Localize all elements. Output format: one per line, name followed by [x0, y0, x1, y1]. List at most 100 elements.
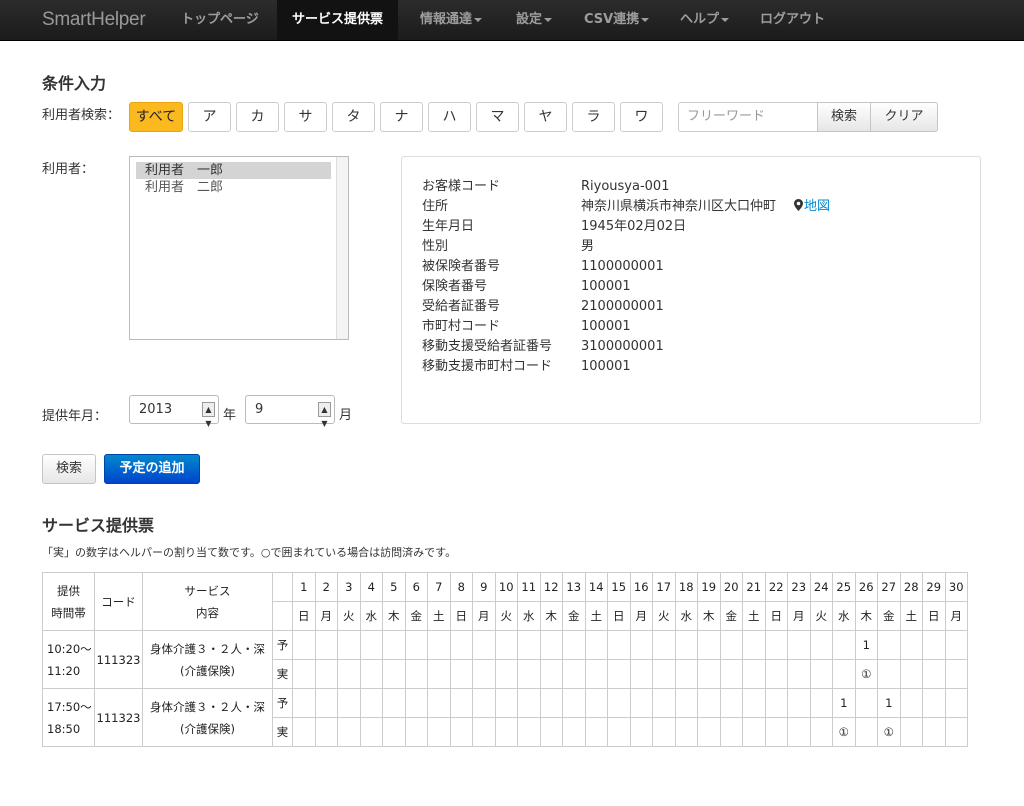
schedule-cell[interactable]: [899, 717, 923, 747]
schedule-cell[interactable]: [382, 659, 406, 689]
schedule-cell[interactable]: [629, 630, 653, 660]
schedule-cell[interactable]: [854, 717, 878, 747]
kana-filter-button[interactable]: ワ: [620, 102, 663, 132]
schedule-cell[interactable]: [449, 688, 473, 718]
map-link[interactable]: 地図: [794, 199, 830, 214]
schedule-cell[interactable]: [697, 659, 721, 689]
add-schedule-button[interactable]: 予定の追加: [104, 454, 200, 484]
schedule-cell[interactable]: [719, 688, 743, 718]
schedule-cell[interactable]: [359, 630, 383, 660]
schedule-cell[interactable]: [742, 659, 766, 689]
schedule-cell[interactable]: [607, 659, 631, 689]
kana-filter-button[interactable]: マ: [476, 102, 519, 132]
schedule-cell[interactable]: [764, 659, 788, 689]
nav-logout[interactable]: ログアウト: [745, 0, 840, 40]
schedule-cell[interactable]: [584, 688, 608, 718]
schedule-cell[interactable]: [427, 659, 451, 689]
nav-csv[interactable]: CSV連携: [569, 0, 664, 40]
nav-help[interactable]: ヘルプ: [665, 0, 744, 40]
kana-filter-button[interactable]: ラ: [572, 102, 615, 132]
nav-top-page[interactable]: トップページ: [166, 0, 274, 40]
schedule-cell[interactable]: [314, 688, 338, 718]
schedule-cell[interactable]: [539, 717, 563, 747]
brand-logo[interactable]: SmartHelper: [42, 9, 146, 31]
schedule-cell[interactable]: [472, 717, 496, 747]
schedule-cell[interactable]: [382, 688, 406, 718]
schedule-cell[interactable]: [562, 630, 586, 660]
schedule-cell[interactable]: [629, 717, 653, 747]
kana-filter-button[interactable]: サ: [284, 102, 327, 132]
user-option[interactable]: 利用者 二郎: [136, 179, 331, 196]
search-button[interactable]: 検索: [817, 102, 871, 132]
kana-filter-button[interactable]: カ: [236, 102, 279, 132]
search-submit-button[interactable]: 検索: [42, 454, 96, 484]
schedule-cell[interactable]: [922, 717, 946, 747]
schedule-cell[interactable]: [877, 659, 901, 689]
schedule-cell[interactable]: [472, 659, 496, 689]
schedule-cell[interactable]: [404, 688, 428, 718]
month-select[interactable]: 9 ▲ ▼: [245, 395, 335, 428]
schedule-cell[interactable]: [314, 659, 338, 689]
kana-filter-button[interactable]: ナ: [380, 102, 423, 132]
schedule-cell[interactable]: ①: [832, 717, 856, 747]
kana-filter-button[interactable]: ヤ: [524, 102, 567, 132]
schedule-cell[interactable]: [314, 717, 338, 747]
schedule-cell[interactable]: [359, 688, 383, 718]
schedule-cell[interactable]: [742, 717, 766, 747]
schedule-cell[interactable]: [449, 630, 473, 660]
schedule-cell[interactable]: [764, 717, 788, 747]
nav-service-sheet[interactable]: サービス提供票: [277, 0, 399, 40]
schedule-cell[interactable]: [832, 659, 856, 689]
schedule-cell[interactable]: [652, 659, 676, 689]
schedule-cell[interactable]: [562, 659, 586, 689]
schedule-cell[interactable]: [607, 688, 631, 718]
schedule-cell[interactable]: [337, 717, 361, 747]
schedule-cell[interactable]: [899, 659, 923, 689]
schedule-cell[interactable]: [674, 688, 698, 718]
schedule-cell[interactable]: [584, 659, 608, 689]
schedule-cell[interactable]: [292, 688, 316, 718]
schedule-cell[interactable]: [944, 630, 968, 660]
schedule-cell[interactable]: [607, 630, 631, 660]
schedule-cell[interactable]: [539, 630, 563, 660]
schedule-cell[interactable]: [742, 630, 766, 660]
schedule-cell[interactable]: ①: [854, 659, 878, 689]
kana-filter-button[interactable]: すべて: [129, 102, 183, 132]
schedule-cell[interactable]: [427, 630, 451, 660]
schedule-cell[interactable]: [832, 630, 856, 660]
schedule-cell[interactable]: ①: [877, 717, 901, 747]
schedule-cell[interactable]: [629, 688, 653, 718]
schedule-cell[interactable]: [382, 630, 406, 660]
schedule-cell[interactable]: [404, 630, 428, 660]
schedule-cell[interactable]: [607, 717, 631, 747]
schedule-cell[interactable]: [674, 630, 698, 660]
schedule-cell[interactable]: [674, 659, 698, 689]
schedule-cell[interactable]: [472, 630, 496, 660]
schedule-cell[interactable]: [449, 659, 473, 689]
user-listbox[interactable]: 利用者 一郎 利用者 二郎: [129, 156, 349, 340]
schedule-cell[interactable]: [652, 688, 676, 718]
schedule-cell[interactable]: [494, 659, 518, 689]
schedule-cell[interactable]: [449, 717, 473, 747]
schedule-cell[interactable]: [719, 659, 743, 689]
schedule-cell[interactable]: [427, 717, 451, 747]
schedule-cell[interactable]: [809, 717, 833, 747]
nav-notices[interactable]: 情報通達: [405, 0, 497, 40]
kana-filter-button[interactable]: ア: [188, 102, 231, 132]
schedule-cell[interactable]: [494, 688, 518, 718]
schedule-cell[interactable]: [292, 717, 316, 747]
schedule-cell[interactable]: [292, 630, 316, 660]
schedule-cell[interactable]: [764, 688, 788, 718]
schedule-cell[interactable]: [719, 717, 743, 747]
schedule-cell[interactable]: [359, 717, 383, 747]
schedule-cell[interactable]: [787, 630, 811, 660]
schedule-cell[interactable]: [517, 688, 541, 718]
schedule-cell[interactable]: [899, 630, 923, 660]
schedule-cell[interactable]: 1: [832, 688, 856, 718]
schedule-cell[interactable]: [562, 688, 586, 718]
schedule-cell[interactable]: [539, 659, 563, 689]
schedule-cell[interactable]: [697, 630, 721, 660]
schedule-cell[interactable]: [944, 717, 968, 747]
schedule-cell[interactable]: [584, 630, 608, 660]
schedule-cell[interactable]: [854, 688, 878, 718]
